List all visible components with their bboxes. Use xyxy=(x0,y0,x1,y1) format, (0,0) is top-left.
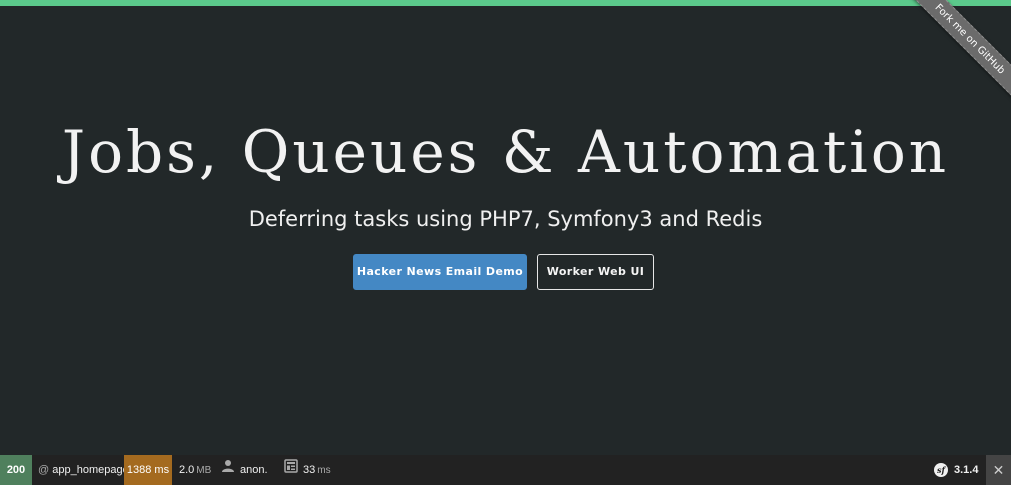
twig-time-value: 33 xyxy=(303,464,316,476)
page: Jobs, Queues & Automation Deferring task… xyxy=(0,0,1011,485)
hero-subtitle: Deferring tasks using PHP7, Symfony3 and… xyxy=(248,207,763,231)
worker-web-ui-button[interactable]: Worker Web UI xyxy=(537,254,654,290)
template-icon xyxy=(284,455,298,485)
symfony-logo-icon: sf xyxy=(934,463,948,478)
hero-title: Jobs, Queues & Automation xyxy=(61,118,950,186)
memory-usage[interactable]: 2.0 MB xyxy=(179,455,211,485)
user-name: anon. xyxy=(240,464,268,476)
security-user[interactable]: anon. xyxy=(221,455,268,485)
symfony-version-number: 3.1.4 xyxy=(954,464,979,476)
close-icon[interactable]: ✕ xyxy=(986,455,1011,485)
route-name: app_homepage xyxy=(52,464,129,476)
memory-value: 2.0 xyxy=(179,464,195,476)
top-accent-bar xyxy=(0,0,1011,6)
github-ribbon-container: Fork me on GitHub xyxy=(891,0,1011,120)
user-icon xyxy=(221,455,235,485)
symfony-version[interactable]: sf 3.1.4 xyxy=(934,455,978,485)
twig-time-unit: ms xyxy=(317,465,331,476)
debug-toolbar: 200 @ app_homepage 1388 ms 2.0MB anon. xyxy=(0,455,1011,485)
fork-me-on-github-ribbon[interactable]: Fork me on GitHub xyxy=(902,0,1011,107)
hacker-news-email-demo-button[interactable]: Hacker News Email Demo xyxy=(353,254,527,290)
route-prefix: @ xyxy=(38,464,50,476)
twig-render-time[interactable]: 33 ms xyxy=(284,455,331,485)
memory-unit: MB xyxy=(196,465,212,476)
status-code-badge[interactable]: 200 xyxy=(0,455,32,485)
route-info[interactable]: @ app_homepage xyxy=(38,455,129,485)
request-time-badge[interactable]: 1388 ms xyxy=(124,455,172,485)
